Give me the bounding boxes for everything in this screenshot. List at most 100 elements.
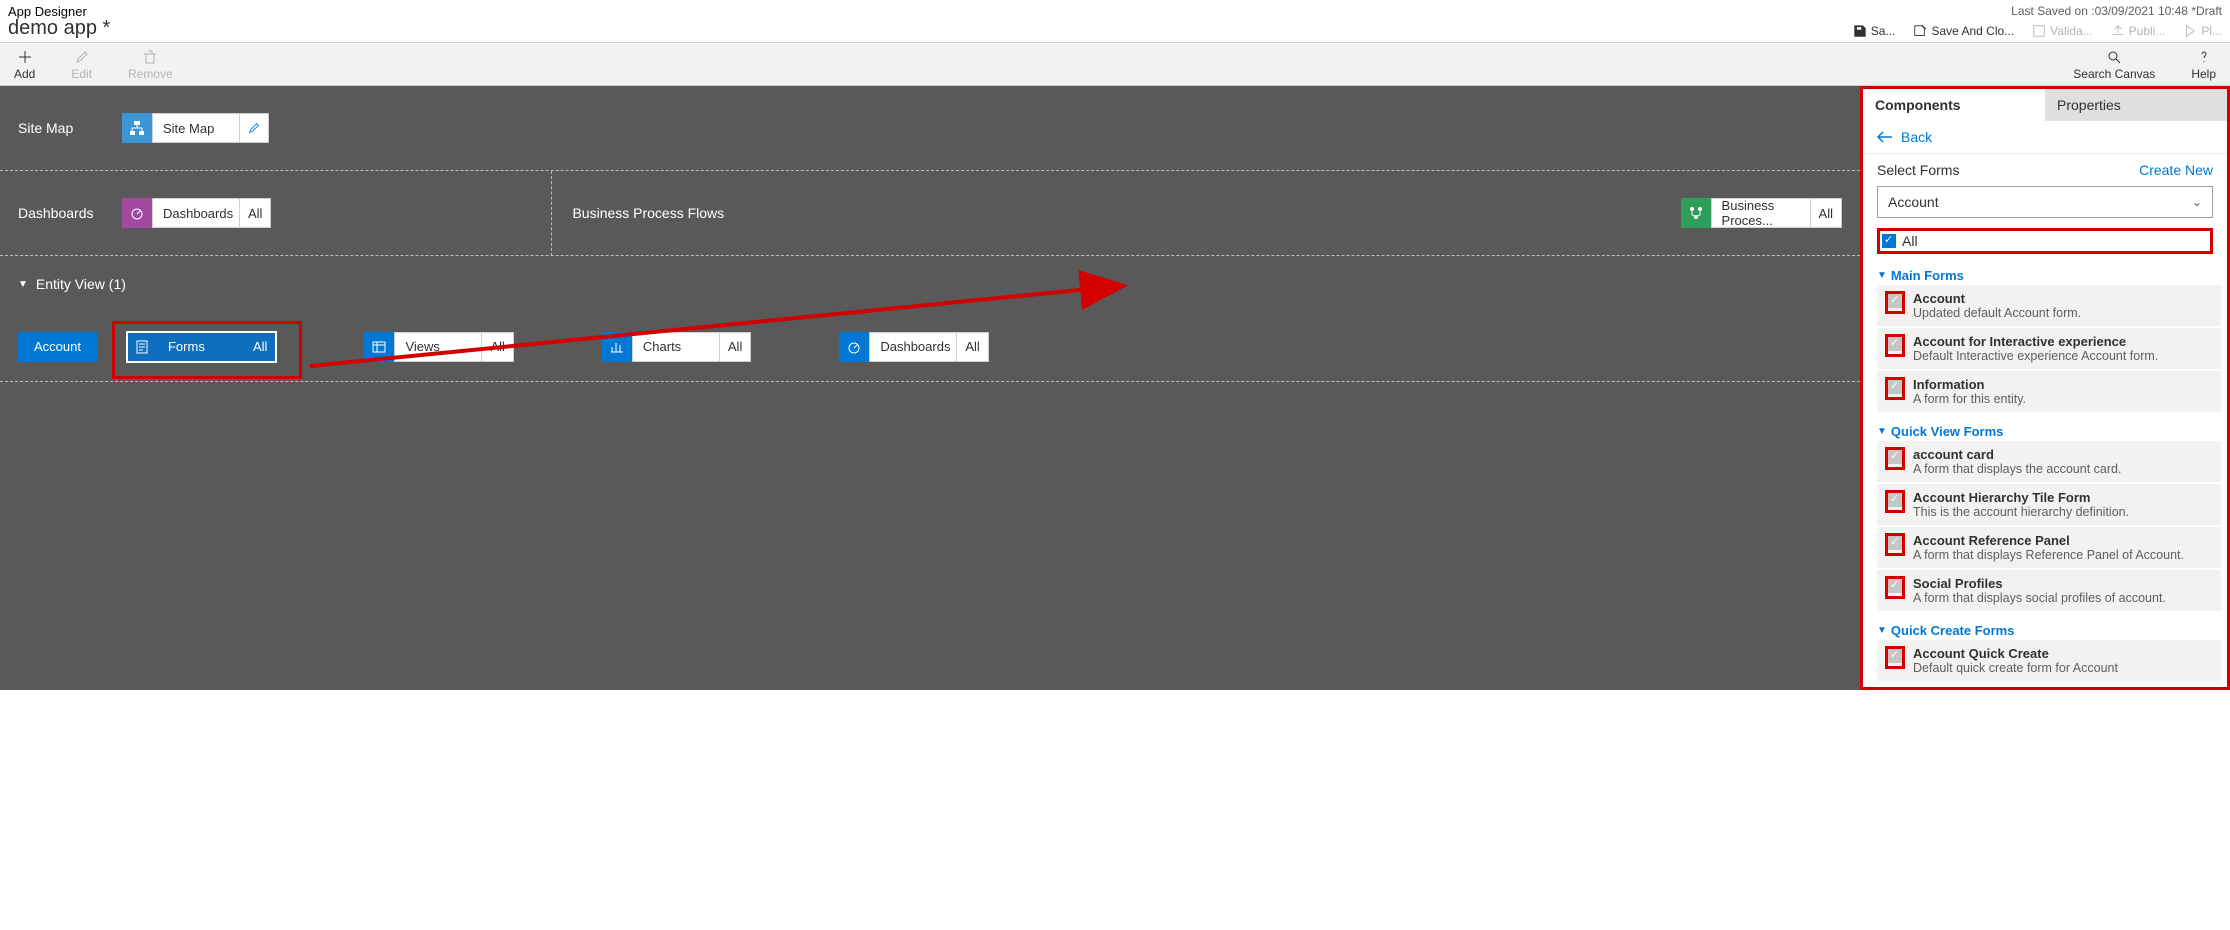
form-item[interactable]: account cardA form that displays the acc… — [1877, 441, 2221, 482]
check-all[interactable]: All — [1877, 228, 2213, 254]
form-desc: Default Interactive experience Account f… — [1913, 349, 2158, 363]
tab-properties[interactable]: Properties — [2045, 89, 2227, 121]
canvas[interactable]: Site Map Site Map Dashboards Dashboards — [0, 86, 1860, 690]
sitemap-tile[interactable]: Site Map — [122, 113, 269, 143]
last-saved-status: Last Saved on :03/09/2021 10:48 *Draft — [1853, 4, 2222, 18]
dashboard2-icon — [839, 332, 869, 362]
forms-pill[interactable]: All — [244, 332, 276, 362]
entity-button-account[interactable]: Account — [18, 332, 97, 362]
form-desc: A form that displays the account card. — [1913, 462, 2121, 476]
help-button[interactable]: Help — [2191, 49, 2216, 81]
validate-button[interactable]: Valida... — [2032, 24, 2092, 38]
dashboard-icon — [122, 198, 152, 228]
entity-dropdown[interactable]: Account ⌄ — [1877, 186, 2213, 218]
properties-panel: Components Properties Back Select Forms … — [1860, 86, 2230, 690]
bpf-tile[interactable]: Business Proces... All — [1681, 198, 1842, 228]
back-arrow-icon — [1877, 130, 1893, 144]
form-item[interactable]: Account Quick CreateDefault quick create… — [1877, 640, 2221, 681]
trash-icon — [142, 49, 158, 65]
form-item[interactable]: Account for Interactive experienceDefaul… — [1877, 328, 2221, 369]
views-tile-group[interactable]: Views All — [364, 332, 513, 362]
checkbox[interactable] — [1888, 579, 1902, 593]
dashboards-label: Dashboards — [18, 205, 102, 221]
form-desc: A form for this entity. — [1913, 392, 2026, 406]
entity-row-account: Account Forms All Views All Charts — [0, 312, 1860, 382]
checkbox[interactable] — [1888, 536, 1902, 550]
add-button[interactable]: Add — [14, 49, 35, 81]
group-quick-view[interactable]: ▼Quick View Forms — [1863, 418, 2227, 441]
form-desc: A form that displays social profiles of … — [1913, 591, 2166, 605]
form-title: account card — [1913, 447, 2121, 462]
dashboards-tile-group[interactable]: Dashboards All — [839, 332, 988, 362]
form-item[interactable]: Social ProfilesA form that displays soci… — [1877, 570, 2221, 611]
checkbox[interactable] — [1888, 380, 1902, 394]
select-forms-label: Select Forms — [1877, 162, 1959, 178]
pencil-icon — [247, 121, 261, 135]
bpf-pill[interactable]: All — [1810, 198, 1842, 228]
save-button[interactable]: Sa... — [1853, 24, 1896, 38]
search-canvas-button[interactable]: Search Canvas — [2073, 49, 2155, 81]
sitemap-label: Site Map — [18, 120, 102, 136]
form-desc: Default quick create form for Account — [1913, 661, 2118, 675]
form-title: Account — [1913, 291, 2081, 306]
form-title: Account Reference Panel — [1913, 533, 2184, 548]
checkbox[interactable] — [1888, 294, 1902, 308]
views-pill[interactable]: All — [481, 332, 513, 362]
group-main-forms[interactable]: ▼Main Forms — [1863, 262, 2227, 285]
play-button[interactable]: Pl... — [2183, 24, 2222, 38]
action-toolbar: Add Edit Remove Search Canvas Help — [0, 43, 2230, 86]
validate-icon — [2032, 24, 2046, 38]
dashboards2-pill[interactable]: All — [956, 332, 988, 362]
form-desc: A form that displays Reference Panel of … — [1913, 548, 2184, 562]
group-quick-create[interactable]: ▼Quick Create Forms — [1863, 617, 2227, 640]
page-title: demo app * — [8, 17, 110, 40]
form-title: Information — [1913, 377, 2026, 392]
form-title: Account for Interactive experience — [1913, 334, 2158, 349]
bpf-icon — [1681, 198, 1711, 228]
save-and-close-button[interactable]: Save And Clo... — [1913, 24, 2014, 38]
charts-tile-group[interactable]: Charts All — [602, 332, 751, 362]
sitemap-icon — [122, 113, 152, 143]
forms-tile-group[interactable]: Forms All — [127, 332, 276, 362]
charts-icon — [602, 332, 632, 362]
create-new-link[interactable]: Create New — [2139, 162, 2213, 178]
checkbox[interactable] — [1888, 493, 1902, 507]
form-title: Account Quick Create — [1913, 646, 2118, 661]
save-close-icon — [1913, 24, 1927, 38]
edit-button[interactable]: Edit — [71, 49, 92, 81]
search-icon — [2106, 49, 2122, 65]
help-icon — [2196, 49, 2212, 65]
pencil-icon — [74, 49, 90, 65]
views-icon — [364, 332, 394, 362]
charts-pill[interactable]: All — [719, 332, 751, 362]
checkbox[interactable] — [1888, 337, 1902, 351]
form-item[interactable]: AccountUpdated default Account form. — [1877, 285, 2221, 326]
dashboards-row: Dashboards Dashboards All Business Proce… — [0, 171, 1860, 256]
form-desc: This is the account hierarchy definition… — [1913, 505, 2129, 519]
form-item[interactable]: Account Hierarchy Tile FormThis is the a… — [1877, 484, 2221, 525]
publish-button[interactable]: Publi... — [2111, 24, 2166, 38]
tab-components[interactable]: Components — [1863, 89, 2045, 121]
chevron-down-icon: ⌄ — [2192, 195, 2202, 209]
dashboards-pill[interactable]: All — [239, 198, 271, 228]
dashboards-tile[interactable]: Dashboards All — [122, 198, 271, 228]
bpf-label: Business Process Flows — [572, 205, 732, 221]
checkbox[interactable] — [1888, 450, 1902, 464]
form-item[interactable]: Account Reference PanelA form that displ… — [1877, 527, 2221, 568]
form-title: Social Profiles — [1913, 576, 2166, 591]
form-desc: Updated default Account form. — [1913, 306, 2081, 320]
save-icon — [1853, 24, 1867, 38]
play-icon — [2183, 24, 2197, 38]
back-link[interactable]: Back — [1877, 129, 2213, 145]
plus-icon — [17, 49, 33, 65]
sitemap-row: Site Map Site Map — [0, 86, 1860, 171]
remove-button[interactable]: Remove — [128, 49, 173, 81]
entity-view-toggle[interactable]: ▼ Entity View (1) — [18, 276, 126, 292]
checkbox-all[interactable] — [1882, 234, 1896, 248]
sitemap-edit[interactable] — [239, 113, 269, 143]
publish-icon — [2111, 24, 2125, 38]
forms-icon — [127, 332, 157, 362]
form-title: Account Hierarchy Tile Form — [1913, 490, 2129, 505]
checkbox[interactable] — [1888, 649, 1902, 663]
form-item[interactable]: InformationA form for this entity. — [1877, 371, 2221, 412]
